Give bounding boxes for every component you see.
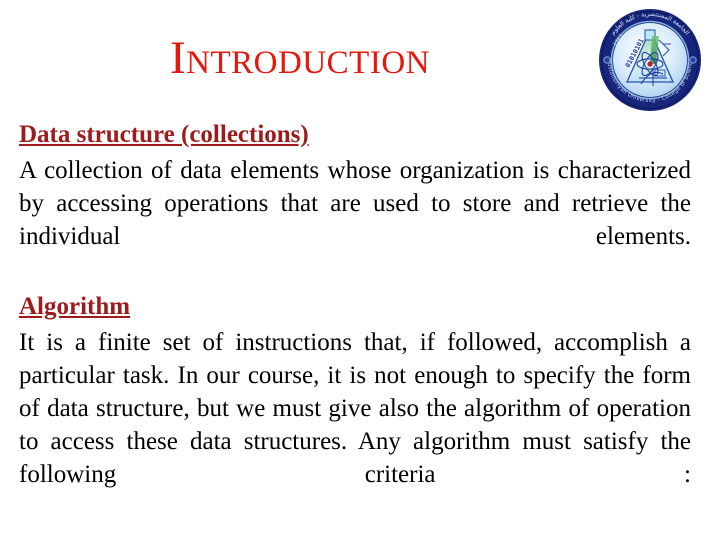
slide-title: Introduction — [170, 32, 430, 84]
university-seal-logo: الجامعة المستنصرية - كلية العلوم Mustans… — [593, 6, 707, 114]
section-heading-algorithm-label: Algorithm — [19, 293, 131, 320]
slide-body: Data structure (collections) A collectio… — [19, 118, 691, 524]
section-paragraph-algorithm: It is a finite set of instructions that,… — [19, 329, 691, 488]
section-heading-data-structure: Data structure (collections) — [19, 118, 691, 151]
section-heading-data-structure-label: Data structure (collections) — [19, 121, 309, 148]
seal-icon: الجامعة المستنصرية - كلية العلوم Mustans… — [593, 6, 701, 111]
slide-canvas: الجامعة المستنصرية - كلية العلوم Mustans… — [0, 0, 720, 540]
section-paragraph-data-structure: A collection of data elements whose orga… — [19, 157, 691, 250]
section-heading-algorithm: Algorithm — [19, 290, 691, 323]
